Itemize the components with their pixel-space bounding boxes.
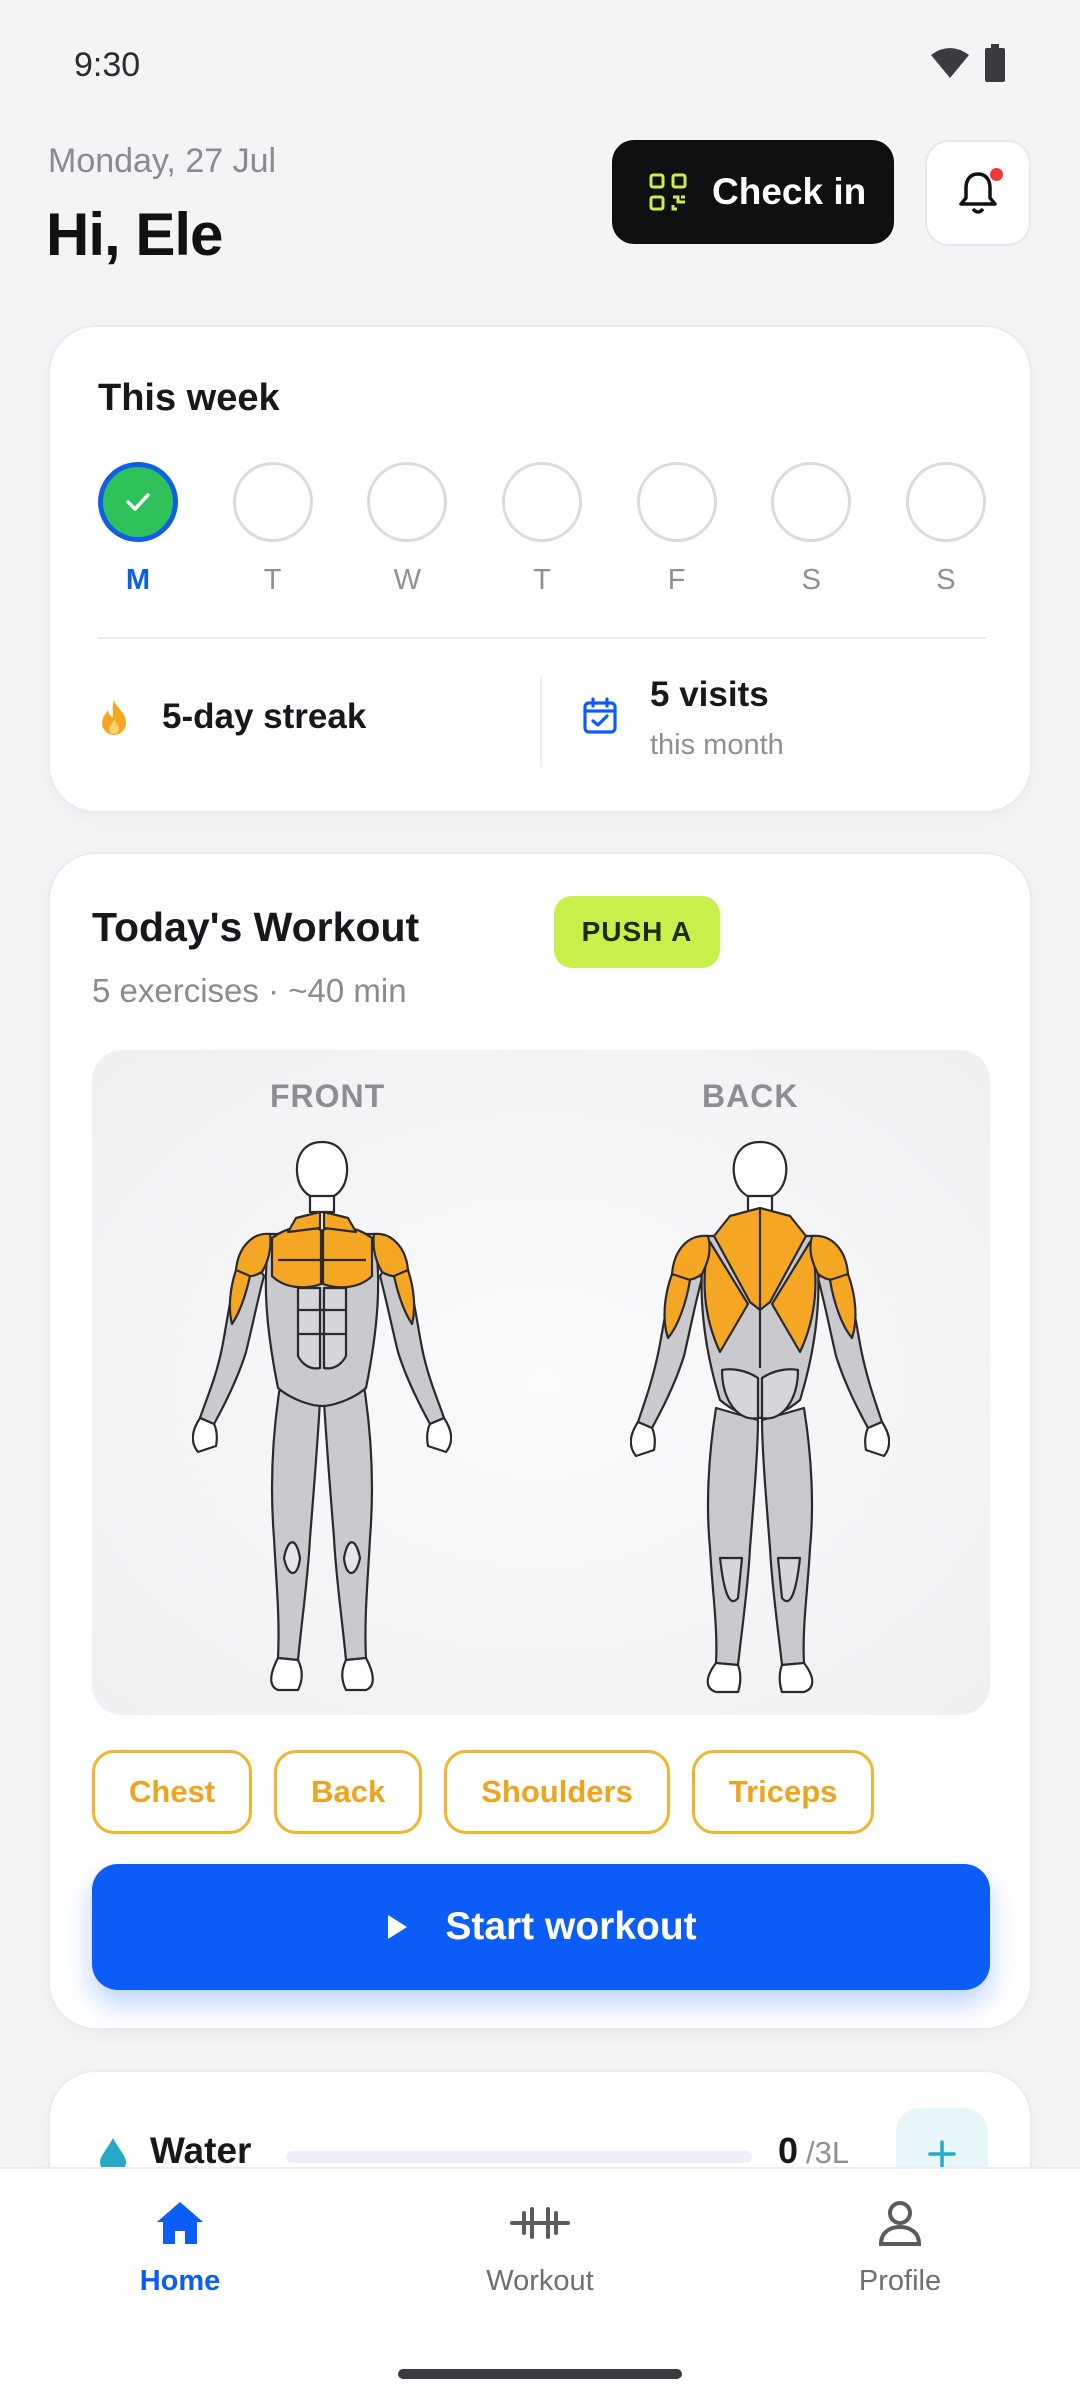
- front-view-label: FRONT: [270, 1078, 386, 1114]
- notification-badge: [990, 168, 1003, 181]
- day-circle: [636, 462, 717, 542]
- workout-subtitle: 5 exercises · ~40 min: [92, 972, 407, 1009]
- visits-stat: 5 visits this month: [582, 675, 784, 762]
- streak-stat: 5-day streak: [98, 697, 366, 737]
- home-icon: [157, 2202, 203, 2244]
- flame-icon: [102, 700, 126, 735]
- tag-shoulders[interactable]: Shoulders: [444, 1750, 670, 1834]
- divider: [540, 677, 542, 767]
- qr-code-icon: [648, 172, 688, 212]
- day-circle: [905, 462, 986, 542]
- todays-workout-card: Today's Workout PUSH A 5 exercises · ~40…: [48, 852, 1032, 2030]
- workout-type-badge: PUSH A: [554, 896, 720, 968]
- day-wednesday[interactable]: W: [367, 462, 448, 597]
- water-amount: 0/3L: [778, 2130, 849, 2172]
- status-bar: 9:30: [0, 0, 1080, 130]
- day-thursday[interactable]: T: [501, 462, 582, 597]
- day-monday[interactable]: M: [98, 462, 178, 597]
- notifications-button[interactable]: [925, 140, 1031, 246]
- checkmark-icon: [126, 493, 150, 511]
- nav-profile-label: Profile: [858, 2265, 942, 2297]
- day-friday[interactable]: F: [636, 462, 717, 597]
- workout-title: Today's Workout: [92, 904, 420, 950]
- visits-subtitle: this month: [650, 729, 784, 761]
- back-view-label: BACK: [702, 1078, 799, 1114]
- bottom-navigation: Home Workout Profile: [0, 2167, 1080, 2400]
- nav-profile[interactable]: Profile: [790, 2199, 1010, 2298]
- water-unit: /3L: [806, 2135, 850, 2170]
- day-label: W: [393, 564, 421, 596]
- tag-chest[interactable]: Chest: [92, 1750, 253, 1834]
- check-in-label: Check in: [712, 171, 867, 212]
- nav-home-label: Home: [139, 2265, 221, 2297]
- day-saturday[interactable]: S: [771, 462, 852, 597]
- day-tuesday[interactable]: T: [232, 462, 313, 597]
- nav-home[interactable]: Home: [70, 2199, 290, 2298]
- day-label: S: [936, 564, 956, 596]
- dumbbell-icon: [510, 2207, 570, 2239]
- divider: [98, 637, 986, 639]
- day-label: F: [667, 564, 686, 596]
- home-indicator: [398, 2369, 682, 2379]
- day-label: T: [533, 564, 551, 596]
- visits-count: 5 visits: [650, 675, 769, 714]
- person-icon: [878, 2201, 922, 2246]
- muscle-tags: Chest Back Shoulders Triceps: [92, 1750, 875, 1834]
- day-circle: [771, 462, 852, 542]
- day-label: T: [263, 564, 282, 596]
- start-workout-button[interactable]: Start workout: [92, 1864, 990, 1990]
- this-week-title: This week: [98, 377, 280, 419]
- nav-workout[interactable]: Workout: [430, 2199, 650, 2298]
- play-icon: [385, 1913, 409, 1941]
- header: Monday, 27 Jul Hi, Ele Check in: [0, 130, 1080, 290]
- this-week-card: This week M T W T F S S 5-day streak 5 v…: [48, 325, 1032, 813]
- water-value: 0: [778, 2130, 799, 2171]
- water-progress-bar: [286, 2151, 752, 2163]
- streak-text: 5-day streak: [162, 697, 367, 736]
- back-body-figure: [630, 1140, 890, 1694]
- week-days: M T W T F S S: [98, 462, 986, 597]
- status-time: 9:30: [74, 46, 141, 84]
- muscle-map: FRONT BACK: [92, 1050, 990, 1715]
- battery-icon: [985, 44, 1005, 82]
- greeting: Hi, Ele: [46, 201, 223, 268]
- day-circle: [501, 462, 582, 542]
- calendar-check-icon: [583, 697, 617, 734]
- check-in-button[interactable]: Check in: [612, 140, 894, 244]
- status-icons: [930, 44, 1006, 82]
- day-circle: [367, 462, 448, 542]
- day-sunday[interactable]: S: [905, 462, 986, 597]
- start-workout-label: Start workout: [445, 1905, 697, 1948]
- front-body-figure: [192, 1140, 452, 1692]
- water-label: Water: [150, 2130, 252, 2171]
- tag-triceps[interactable]: Triceps: [691, 1750, 875, 1834]
- day-check-circle: [98, 462, 178, 542]
- day-label: S: [801, 564, 821, 596]
- nav-workout-label: Workout: [486, 2265, 594, 2297]
- tag-back[interactable]: Back: [274, 1750, 423, 1834]
- day-circle: [232, 462, 313, 542]
- date-label: Monday, 27 Jul: [48, 142, 277, 180]
- day-label: M: [125, 564, 151, 596]
- wifi-icon: [931, 48, 969, 78]
